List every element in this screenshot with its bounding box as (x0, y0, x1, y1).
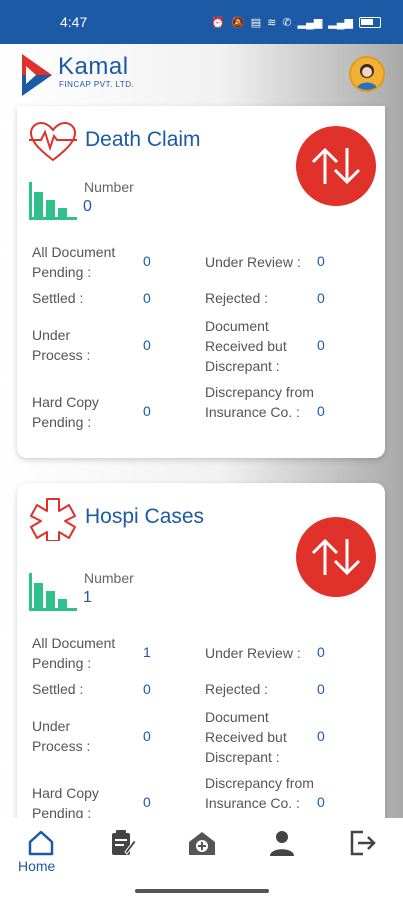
row-value: 0 (143, 253, 151, 269)
row-label: Settled : (32, 681, 84, 697)
row-label: Under Process : (32, 327, 91, 363)
avatar[interactable] (349, 56, 385, 92)
claim-form-icon (112, 830, 137, 855)
alarm-icon: ⏰ (211, 16, 226, 29)
call-icon: ✆ (282, 16, 292, 29)
brand-name: Kamal (58, 53, 129, 80)
bar-chart-icon (29, 573, 77, 611)
profile-icon (270, 831, 294, 856)
row-label: Hard Copy Pending : (32, 785, 99, 821)
number-label: Number (84, 179, 134, 195)
number-value: 0 (83, 198, 92, 215)
row-label: Rejected : (205, 681, 269, 697)
row-value: 0 (317, 681, 325, 697)
app-header: Kamal FINCAP PVT. LTD. (0, 44, 403, 106)
bar-chart-icon (29, 182, 77, 220)
row-label: Under Process : (32, 718, 91, 754)
nav-profile[interactable] (262, 828, 302, 868)
row-label: Discrepancy from Insurance Co. : (205, 775, 314, 811)
death-claim-card[interactable]: Death Claim Number 0 All Document Pendin… (17, 106, 385, 458)
row-label: Under Review : (205, 254, 301, 270)
status-bar: 4:47 ⏰ 🔕 ▤ ≋ ✆ ▂▄▆ ▂▄▆ (0, 0, 403, 44)
row-value: 0 (143, 290, 151, 306)
row-value: 0 (317, 253, 325, 269)
logo: Kamal FINCAP PVT. LTD. (22, 54, 134, 96)
bottom-nav: Home (0, 818, 403, 900)
number-label: Number (84, 570, 134, 586)
row-label: Discrepancy from Insurance Co. : (205, 384, 314, 420)
home-indicator[interactable] (135, 889, 269, 893)
row-label: Hard Copy Pending : (32, 394, 99, 430)
card-title: Hospi Cases (85, 505, 205, 528)
row-label: Rejected : (205, 290, 269, 306)
row-value: 0 (317, 403, 325, 419)
row-value: 0 (317, 728, 325, 744)
status-time: 4:47 (60, 14, 88, 30)
swap-arrows-icon (311, 538, 361, 576)
row-label: Under Review : (205, 645, 301, 661)
hospi-cases-card[interactable]: Hospi Cases Number 1 All Document Pendin… (17, 483, 385, 863)
row-value: 0 (143, 794, 151, 810)
row-value: 1 (143, 644, 151, 660)
card-title: Death Claim (85, 128, 201, 151)
row-label: Document Received but Discrepant : (205, 318, 287, 374)
row-value: 0 (143, 728, 151, 744)
medical-star-icon (30, 498, 76, 541)
home-icon (28, 830, 54, 856)
row-label: All Document Pending : (32, 635, 116, 671)
row-value: 0 (143, 403, 151, 419)
row-value: 0 (317, 644, 325, 660)
row-value: 0 (317, 794, 325, 810)
swap-button[interactable] (296, 126, 376, 206)
swap-button[interactable] (296, 517, 376, 597)
mute-icon: 🔕 (231, 16, 245, 29)
brand-tagline: FINCAP PVT. LTD. (59, 80, 135, 89)
row-value: 0 (317, 290, 325, 306)
nav-hospital[interactable] (182, 828, 222, 868)
status-icons: ⏰ 🔕 ▤ ≋ ✆ ▂▄▆ ▂▄▆ (211, 16, 381, 29)
row-label: Document Received but Discrepant : (205, 709, 287, 765)
heartbeat-icon (29, 121, 77, 162)
row-label: All Document Pending : (32, 244, 116, 280)
logout-icon (350, 830, 376, 856)
signal-icon-2: ▂▄▆ (328, 16, 353, 29)
wifi-icon: ≋ (267, 16, 277, 29)
swap-arrows-icon (311, 147, 361, 185)
nav-claims[interactable] (102, 828, 142, 868)
signal-icon: ▂▄▆ (297, 16, 323, 29)
hospital-icon (189, 832, 215, 855)
number-value: 1 (83, 589, 92, 606)
logo-mark-icon (22, 54, 52, 96)
battery-icon (359, 16, 381, 28)
nav-home-label[interactable]: Home (18, 858, 55, 874)
volte-icon: ▤ (250, 16, 262, 29)
row-value: 0 (143, 681, 151, 697)
row-value: 0 (143, 337, 151, 353)
user-avatar-icon (356, 64, 378, 90)
row-label: Settled : (32, 290, 84, 306)
row-value: 0 (317, 337, 325, 353)
nav-logout[interactable] (342, 828, 382, 868)
